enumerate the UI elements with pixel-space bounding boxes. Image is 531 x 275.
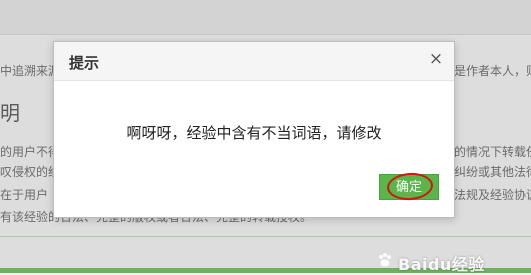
close-icon[interactable]: × [428, 51, 444, 68]
dialog-title: 提示 [69, 54, 100, 72]
dialog-header: 提示 × [54, 42, 454, 81]
alert-dialog: 提示 × 啊呀呀，经验中含有不当词语，请修改 确定 [53, 41, 455, 218]
ok-button[interactable]: 确定 [379, 174, 439, 200]
baidu-paw-icon [379, 253, 391, 267]
baidu-watermark: Baidu经验 [398, 255, 485, 274]
dialog-message: 啊呀呀，经验中含有不当词语，请修改 [126, 124, 382, 142]
